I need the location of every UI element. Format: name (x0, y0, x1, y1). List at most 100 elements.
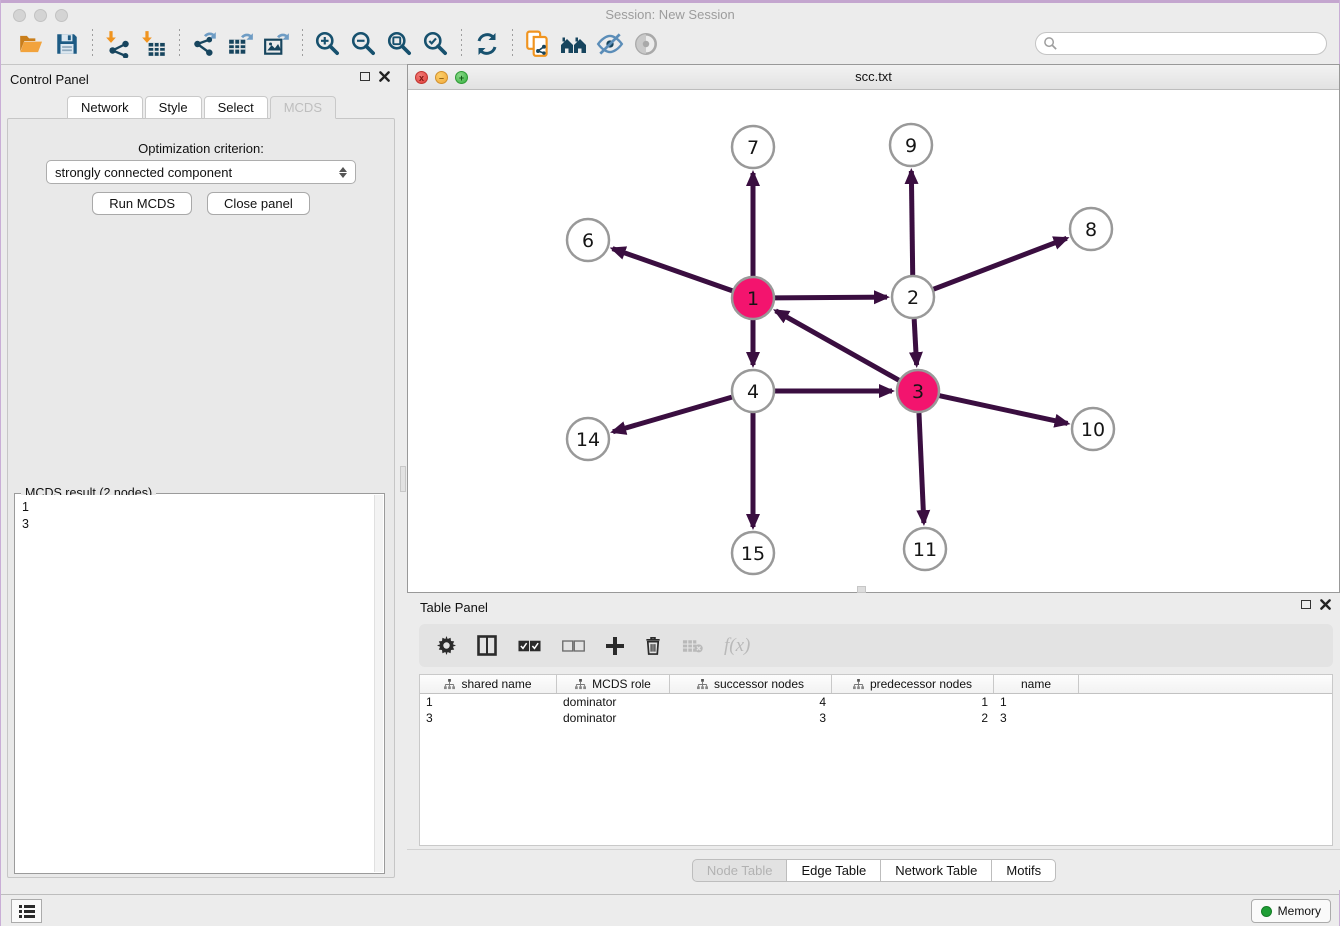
import-table-icon[interactable] (136, 28, 172, 60)
zoom-in-icon[interactable] (310, 28, 346, 60)
split-columns-icon[interactable] (477, 635, 497, 656)
column-header-shared-name[interactable]: shared name (420, 675, 557, 693)
export-network-icon[interactable] (187, 28, 223, 60)
graph-node-7[interactable]: 7 (732, 126, 774, 168)
table-settings-gear-icon[interactable] (437, 636, 456, 655)
table-cell[interactable]: 1 (832, 694, 994, 710)
tab-network[interactable]: Network (67, 96, 143, 119)
graph-edge-2-3[interactable] (914, 319, 916, 365)
graph-node-6[interactable]: 6 (567, 219, 609, 261)
birds-eye-view-icon[interactable] (628, 28, 664, 60)
tab-mcds[interactable]: MCDS (270, 96, 336, 119)
graph-edge-3-10[interactable] (939, 396, 1067, 424)
svg-text:6: 6 (582, 230, 594, 252)
graph-node-2[interactable]: 2 (892, 276, 934, 318)
graph-node-10[interactable]: 10 (1072, 408, 1114, 450)
import-network-icon[interactable] (100, 28, 136, 60)
table-cell[interactable]: 3 (420, 710, 557, 726)
graph-node-8[interactable]: 8 (1070, 208, 1112, 250)
network-view-frame: x – + scc.txt 7 9 6 8 1 2 4 3 14 10 15 11 (407, 64, 1340, 593)
result-scrollbar[interactable] (374, 495, 383, 872)
table-cell[interactable]: 4 (670, 694, 832, 710)
column-header-predecessor-nodes[interactable]: predecessor nodes (832, 675, 994, 693)
svg-text:11: 11 (913, 539, 937, 561)
graph-node-11[interactable]: 11 (904, 528, 946, 570)
control-panel: Control Panel NetworkStyleSelectMCDS Opt… (1, 65, 402, 880)
optimization-criterion-select[interactable]: strongly connected component (46, 160, 356, 184)
zoom-fit-icon[interactable] (382, 28, 418, 60)
table-cell[interactable]: 1 (420, 694, 557, 710)
tab-edge-table[interactable]: Edge Table (787, 859, 881, 882)
mcds-result-box: MCDS result (2 nodes) 1 3 (14, 493, 385, 874)
float-table-panel-icon[interactable] (1301, 600, 1311, 609)
select-all-columns-icon[interactable] (518, 640, 541, 652)
column-header-MCDS-role[interactable]: MCDS role (557, 675, 670, 693)
column-header-name[interactable]: name (994, 675, 1079, 693)
vertical-splitter-grip[interactable] (400, 466, 406, 492)
open-session-icon[interactable] (13, 28, 49, 60)
svg-text:8: 8 (1085, 219, 1097, 241)
node-table: shared nameMCDS rolesuccessor nodesprede… (419, 674, 1333, 846)
delete-column-trash-icon[interactable] (645, 636, 661, 655)
table-panel-title: Table Panel (420, 600, 488, 615)
column-header-successor-nodes[interactable]: successor nodes (670, 675, 832, 693)
horizontal-splitter-grip[interactable] (857, 586, 866, 593)
unselect-all-columns-icon[interactable] (562, 640, 585, 652)
graph-node-4[interactable]: 4 (732, 370, 774, 412)
close-panel-icon[interactable] (379, 71, 390, 82)
tab-network-table[interactable]: Network Table (881, 859, 992, 882)
memory-button[interactable]: Memory (1251, 899, 1331, 923)
task-history-button[interactable] (11, 899, 42, 923)
create-column-plus-icon[interactable] (606, 637, 624, 655)
save-session-icon[interactable] (49, 28, 85, 60)
tab-select[interactable]: Select (204, 96, 268, 119)
graph-edge-3-11[interactable] (919, 413, 924, 523)
tab-style[interactable]: Style (145, 96, 202, 119)
graph-node-3[interactable]: 3 (897, 370, 939, 412)
svg-text:3: 3 (912, 381, 924, 403)
export-table-icon[interactable] (223, 28, 259, 60)
apply-layout-icon[interactable] (469, 28, 505, 60)
network-frame-title: scc.txt (408, 69, 1339, 84)
mcds-result-text[interactable]: 1 3 (16, 495, 374, 872)
table-row[interactable]: 3dominator323 (420, 710, 1332, 726)
tab-node-table[interactable]: Node Table (692, 859, 788, 882)
network-canvas[interactable]: 7 9 6 8 1 2 4 3 14 10 15 11 (408, 90, 1339, 592)
table-cell[interactable]: 1 (994, 694, 1079, 710)
table-cell[interactable]: 3 (994, 710, 1079, 726)
graph-edge-1-6[interactable] (613, 249, 733, 291)
run-mcds-button[interactable]: Run MCDS (92, 192, 192, 215)
table-cell[interactable]: 3 (670, 710, 832, 726)
memory-status-dot-icon (1261, 906, 1272, 917)
close-panel-button[interactable]: Close panel (207, 192, 310, 215)
tab-motifs[interactable]: Motifs (992, 859, 1056, 882)
clone-network-icon[interactable] (520, 28, 556, 60)
svg-text:10: 10 (1081, 419, 1105, 441)
control-panel-header: Control Panel (1, 65, 402, 93)
table-toolbar: f(x) (419, 624, 1333, 667)
zoom-selected-icon[interactable] (418, 28, 454, 60)
table-cell[interactable]: 2 (832, 710, 994, 726)
close-table-panel-icon[interactable] (1320, 599, 1331, 610)
graph-edge-2-8[interactable] (934, 238, 1067, 289)
function-builder-icon: f(x) (724, 635, 750, 657)
float-panel-icon[interactable] (360, 72, 370, 81)
toolbar-separator (179, 29, 180, 59)
search-input[interactable] (1035, 32, 1327, 55)
graphics-details-icon[interactable] (592, 28, 628, 60)
graph-node-9[interactable]: 9 (890, 124, 932, 166)
graph-edge-1-2[interactable] (775, 297, 887, 298)
table-cell[interactable]: dominator (557, 710, 670, 726)
network-frame-titlebar[interactable]: x – + scc.txt (408, 65, 1339, 90)
table-cell[interactable]: dominator (557, 694, 670, 710)
graph-node-14[interactable]: 14 (567, 418, 609, 460)
zoom-out-icon[interactable] (346, 28, 382, 60)
graph-edge-3-1[interactable] (776, 311, 899, 380)
graph-edge-4-14[interactable] (613, 397, 732, 432)
show-all-networks-icon[interactable] (556, 28, 592, 60)
export-image-icon[interactable] (259, 28, 295, 60)
graph-node-15[interactable]: 15 (732, 532, 774, 574)
graph-edge-2-9[interactable] (911, 171, 912, 275)
graph-node-1[interactable]: 1 (732, 277, 774, 319)
table-row[interactable]: 1dominator411 (420, 694, 1332, 710)
